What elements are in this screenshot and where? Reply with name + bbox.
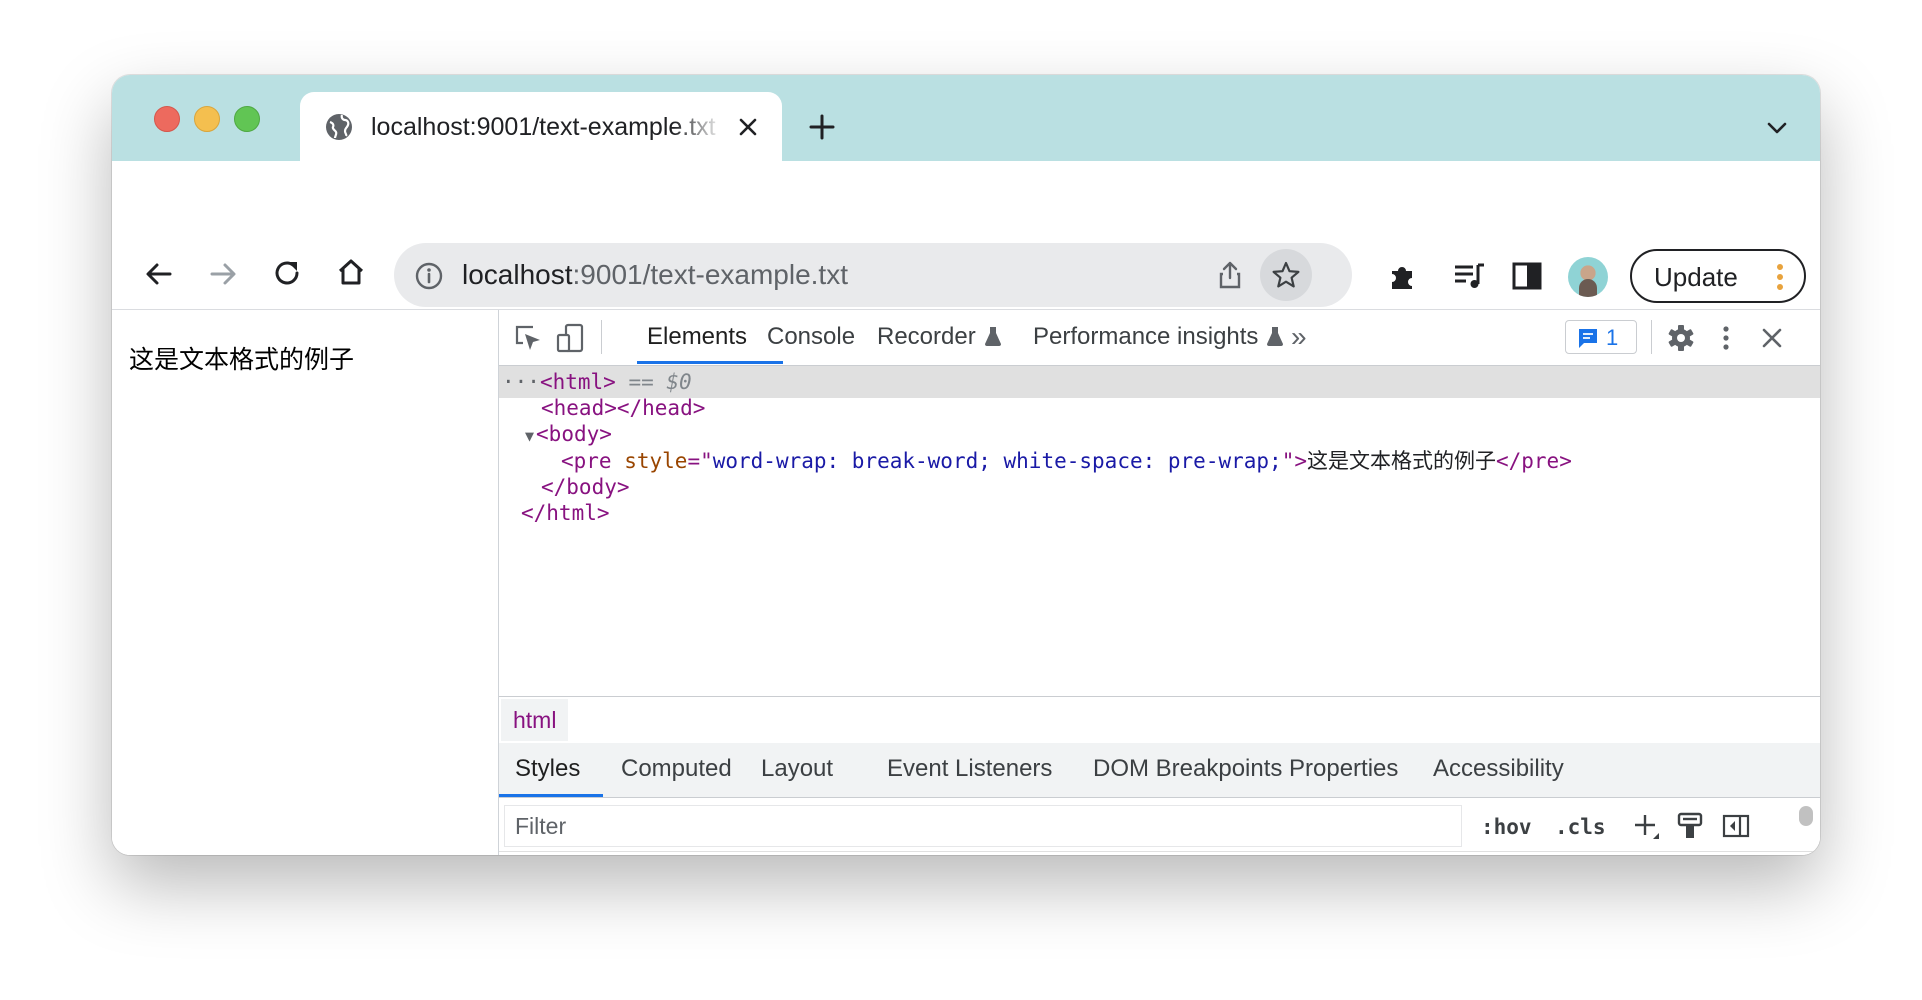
tab-performance-insights[interactable]: Performance insights xyxy=(1033,310,1284,363)
tab-strip: localhost:9001/text-example.txt xyxy=(112,75,1820,161)
tab-recorder-label: Recorder xyxy=(877,323,976,350)
hov-button[interactable]: :hov xyxy=(1481,814,1532,840)
chat-icon xyxy=(1577,327,1599,349)
web-page: 这是文本格式的例子 xyxy=(112,310,497,855)
tab-layout[interactable]: Layout xyxy=(761,743,833,795)
issues-count: 1 xyxy=(1606,325,1619,350)
browser-window: localhost:9001/text-example.txt localhos… xyxy=(112,75,1820,855)
device-toggle-icon[interactable] xyxy=(555,323,585,353)
update-button-label: Update xyxy=(1654,262,1738,292)
tab-styles[interactable]: Styles xyxy=(515,743,580,795)
gear-icon[interactable] xyxy=(1666,323,1696,353)
body-close-tag: </body> xyxy=(541,475,630,499)
pre-text: 这是文本格式的例子 xyxy=(1306,449,1496,473)
update-button[interactable]: Update xyxy=(1630,249,1806,303)
address-bar[interactable]: localhost:9001/text-example.txt xyxy=(394,243,1352,307)
html-open-tag: <html> xyxy=(539,370,616,394)
tab-elements[interactable]: Elements xyxy=(647,310,747,363)
tab-console[interactable]: Console xyxy=(767,310,855,363)
tree-node-html-close[interactable]: </html> xyxy=(521,497,610,529)
zoom-window-button[interactable] xyxy=(234,106,260,132)
page-text: 这是文本格式的例子 xyxy=(129,345,355,374)
back-arrow-icon[interactable] xyxy=(140,255,178,293)
inspect-icon[interactable] xyxy=(513,323,543,353)
tab-computed[interactable]: Computed xyxy=(621,743,732,795)
head-tag: <head></head> xyxy=(541,396,706,420)
tab-performance-insights-label: Performance insights xyxy=(1033,323,1259,350)
flask-icon xyxy=(1266,325,1284,347)
divider xyxy=(499,851,1820,852)
pre-close-tag: </pre> xyxy=(1495,449,1572,473)
active-tab-indicator xyxy=(637,361,783,364)
forward-arrow-icon[interactable] xyxy=(204,255,242,293)
share-icon[interactable] xyxy=(1214,259,1246,291)
tab-recorder[interactable]: Recorder xyxy=(877,310,1002,363)
home-icon[interactable] xyxy=(332,253,370,291)
reload-icon[interactable] xyxy=(268,255,306,293)
devtools-panel: Elements Console Recorder Performance in… xyxy=(498,310,1820,855)
html-close-tag: </html> xyxy=(521,501,610,525)
star-icon[interactable] xyxy=(1272,261,1300,289)
active-sidebar-tab-indicator xyxy=(499,794,603,797)
toolbar-divider xyxy=(1651,320,1652,354)
globe-icon xyxy=(324,112,354,142)
more-tabs-button[interactable]: » xyxy=(1291,310,1307,363)
kebab-menu-icon[interactable] xyxy=(1711,323,1741,353)
side-panel-icon[interactable] xyxy=(1510,259,1544,293)
close-icon[interactable] xyxy=(735,114,761,140)
minimize-window-button[interactable] xyxy=(194,106,220,132)
browser-content: 这是文本格式的例子 Elements Console Recorder Perf… xyxy=(112,309,1820,855)
devtools-tabbar: Elements Console Recorder Performance in… xyxy=(499,310,1820,366)
url-text: localhost:9001/text-example.txt xyxy=(462,257,848,293)
paint-icon[interactable] xyxy=(1675,811,1705,841)
url-host: localhost xyxy=(462,259,573,290)
pre-attr-value: word-wrap: break-word; white-space: pre-… xyxy=(712,449,1282,473)
chevron-down-icon[interactable] xyxy=(1764,115,1790,141)
info-icon[interactable] xyxy=(414,261,444,291)
tab-dom-breakpoints[interactable]: DOM Breakpoints xyxy=(1093,743,1282,795)
puzzle-icon[interactable] xyxy=(1386,259,1420,293)
media-control-icon[interactable] xyxy=(1452,259,1486,293)
styles-filter-bar: :hov .cls xyxy=(499,798,1820,855)
kebab-menu-icon[interactable] xyxy=(1776,263,1784,291)
scrollbar-thumb[interactable] xyxy=(1799,806,1813,826)
browser-tab[interactable]: localhost:9001/text-example.txt xyxy=(300,92,782,161)
flask-icon xyxy=(984,325,1002,347)
tab-title: localhost:9001/text-example.txt xyxy=(371,113,716,141)
pre-attr-eq: =" xyxy=(687,449,713,473)
cls-button[interactable]: .cls xyxy=(1555,814,1606,840)
selected-marker: == $0 xyxy=(615,370,692,394)
sidebar-tabbar: Styles Computed Layout Event Listeners D… xyxy=(499,743,1820,798)
pre-attr-name: style xyxy=(611,449,688,473)
breadcrumb-html[interactable]: html xyxy=(501,699,569,741)
sidebar-toggle-icon[interactable] xyxy=(1721,811,1751,841)
elements-tree: ···<html> == $0 <head></head> ▼<body> <p… xyxy=(499,366,1820,696)
body-open-tag: <body> xyxy=(536,422,612,446)
tab-event-listeners[interactable]: Event Listeners xyxy=(887,743,1052,795)
tree-node-pre[interactable]: <pre style="word-wrap: break-word; white… xyxy=(561,445,1572,477)
close-window-button[interactable] xyxy=(154,106,180,132)
url-path: :9001/text-example.txt xyxy=(572,259,848,290)
ellipsis-icon[interactable]: ··· xyxy=(502,370,540,394)
toolbar-divider xyxy=(601,320,602,354)
plus-icon[interactable] xyxy=(806,111,838,143)
pre-attr-close: "> xyxy=(1281,449,1307,473)
tab-accessibility[interactable]: Accessibility xyxy=(1433,743,1564,795)
tab-properties[interactable]: Properties xyxy=(1289,743,1398,795)
issues-badge[interactable]: 1 xyxy=(1565,320,1637,354)
expand-caret-icon[interactable]: ▼ xyxy=(525,427,534,445)
close-icon[interactable] xyxy=(1757,323,1787,353)
filter-input[interactable] xyxy=(504,805,1462,847)
browser-toolbar: localhost:9001/text-example.txt Update xyxy=(112,161,1820,309)
breadcrumb: html xyxy=(499,696,1820,744)
pre-open-tag: <pre xyxy=(561,449,612,473)
avatar[interactable] xyxy=(1568,257,1608,297)
new-style-rule-icon[interactable] xyxy=(1631,811,1661,841)
